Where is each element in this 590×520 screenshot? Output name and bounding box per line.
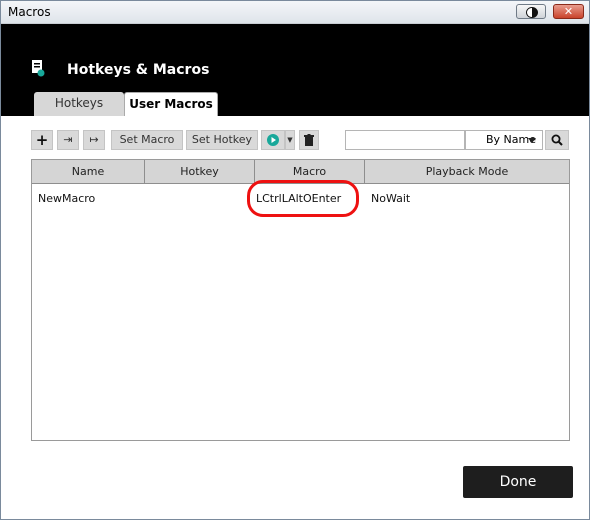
column-header-playback-mode[interactable]: Playback Mode (365, 160, 569, 184)
toolbar: + ⇥ ↦ Set Macro Set Hotkey ▼ By Name (31, 130, 571, 152)
tab-user-macros[interactable]: User Macros (124, 92, 218, 116)
display-toggle-button[interactable] (516, 4, 546, 19)
cell-playback-mode: NoWait (371, 192, 411, 205)
chevron-down-icon (528, 138, 536, 143)
export-icon[interactable]: ↦ (83, 130, 105, 150)
macros-window: Macros ✕ Hotkeys & Macros Hotkeys User M… (0, 0, 590, 520)
play-icon[interactable] (261, 130, 285, 150)
contrast-icon (526, 7, 538, 18)
tab-hotkeys[interactable]: Hotkeys (34, 92, 124, 116)
search-icon (551, 134, 563, 146)
macro-document-icon (32, 60, 45, 77)
search-button[interactable] (545, 130, 569, 150)
import-icon[interactable]: ⇥ (57, 130, 79, 150)
done-button[interactable]: Done (463, 466, 573, 498)
column-header-name[interactable]: Name (32, 160, 145, 184)
search-input[interactable] (345, 130, 465, 150)
sort-select[interactable]: By Name (465, 130, 543, 150)
cell-name: NewMacro (38, 192, 96, 205)
close-button[interactable]: ✕ (553, 4, 584, 19)
header-banner: Hotkeys & Macros Hotkeys User Macros (1, 24, 589, 116)
window-title: Macros (8, 5, 51, 19)
play-dropdown-icon[interactable]: ▼ (285, 130, 295, 150)
page-title: Hotkeys & Macros (67, 62, 210, 78)
add-icon[interactable]: + (31, 130, 53, 150)
set-hotkey-button[interactable]: Set Hotkey (186, 130, 258, 150)
highlight-annotation (247, 180, 359, 217)
delete-icon[interactable] (299, 130, 319, 150)
title-bar: Macros ✕ (1, 1, 589, 24)
set-macro-button[interactable]: Set Macro (111, 130, 183, 150)
column-header-hotkey[interactable]: Hotkey (145, 160, 255, 184)
